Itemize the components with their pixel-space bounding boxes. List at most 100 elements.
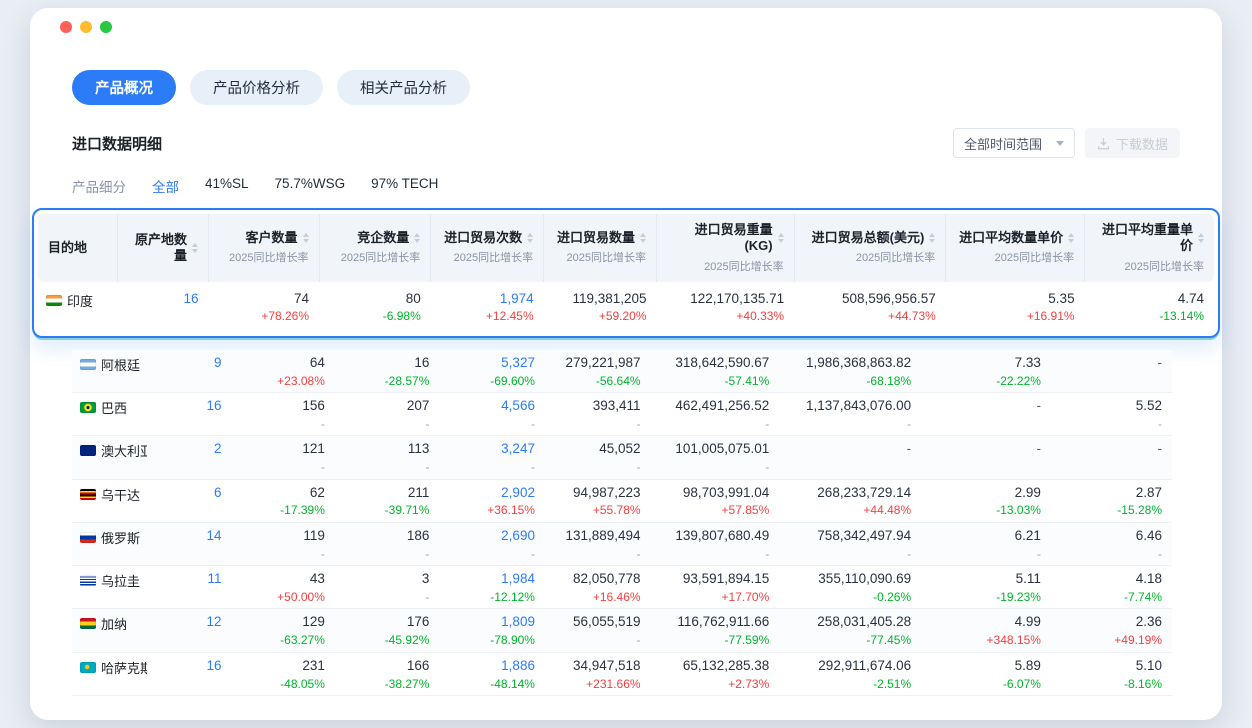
metric-cell: 62-17.39% [231, 479, 334, 522]
column-header-trade-count[interactable]: 进口贸易次数2025同比增长率 [431, 214, 544, 282]
metric-cell: 5.35+16.91% [946, 282, 1085, 332]
trade-count-link[interactable]: 1,809 [449, 614, 535, 631]
metric-cell: 119- [231, 522, 334, 565]
metric-cell: 3- [335, 566, 440, 609]
column-title: 进口平均重量单价 [1095, 222, 1204, 255]
download-button[interactable]: 下载数据 [1085, 128, 1180, 158]
metric-cell: 16-28.57% [335, 350, 440, 393]
trade-count-link[interactable]: 1,974 [441, 291, 534, 308]
metric-growth: -48.05% [241, 677, 324, 691]
metric-growth: -77.59% [661, 633, 770, 647]
metric-value: 258,031,405.28 [789, 614, 911, 631]
tab-bar: 产品概况产品价格分析相关产品分析 [72, 70, 1180, 105]
table-row-brazil[interactable]: 巴西16156-207-4,566-393,411-462,491,256.52… [72, 393, 1172, 436]
metric-cell: - [921, 393, 1051, 436]
time-range-select[interactable]: 全部时间范围 [953, 128, 1075, 158]
origin-count-link[interactable]: 16 [157, 398, 222, 415]
origin-count-link[interactable]: 14 [157, 528, 222, 545]
origin-count-link[interactable]: 16 [157, 658, 222, 675]
origin-count-link[interactable]: 12 [157, 614, 222, 631]
destination: 印度 [46, 291, 118, 310]
tab-related-product-analysis[interactable]: 相关产品分析 [337, 70, 470, 105]
metric-cell: 1,886-48.14% [439, 652, 545, 695]
sort-caret-icon [929, 233, 935, 243]
sort-caret-icon [640, 233, 646, 243]
metric-cell: 139,807,680.49- [651, 522, 780, 565]
trade-count-link[interactable]: 1,984 [449, 571, 535, 588]
trade-count-link[interactable]: 2,690 [449, 528, 535, 545]
metric-value: 2.36 [1061, 614, 1162, 631]
trade-count-link[interactable]: 4,566 [449, 398, 535, 415]
destination-cell: 俄罗斯 [72, 522, 147, 565]
metric-growth: +348.15% [931, 633, 1041, 647]
column-header-avg-quantity-price[interactable]: 进口平均数量单价2025同比增长率 [946, 214, 1085, 282]
metric-growth: -56.64% [555, 374, 641, 388]
filter-option-all[interactable]: 全部 [152, 176, 179, 196]
detail-table-wrap: 阿根廷964+23.08%16-28.57%5,327-69.60%279,22… [72, 350, 1172, 696]
metric-cell: 1,984-12.12% [439, 566, 545, 609]
table-row-india[interactable]: 印度1674+78.26%80-6.98%1,974+12.45%119,381… [38, 282, 1214, 332]
metric-growth: +40.33% [667, 309, 785, 323]
metric-growth: - [241, 460, 324, 474]
metric-cell: 355,110,090.69-0.26% [779, 566, 921, 609]
destination-label: 阿根廷 [101, 355, 140, 374]
metric-growth: -2.51% [789, 677, 911, 691]
metric-value: 129 [241, 614, 324, 631]
metric-value: 186 [345, 528, 430, 545]
destination-cell: 乌拉圭 [72, 566, 147, 609]
time-range-value: 全部时间范围 [964, 134, 1042, 153]
metric-cell: 268,233,729.14+44.48% [779, 479, 921, 522]
zoom-button[interactable] [100, 21, 112, 33]
origin-count-link[interactable]: 9 [157, 355, 222, 372]
metric-growth: +78.26% [219, 309, 310, 323]
metric-growth: +16.46% [555, 590, 641, 604]
column-header-origin-count[interactable]: 原产地数量 [118, 214, 209, 282]
filter-option-sl[interactable]: 41%SL [205, 176, 249, 196]
metric-cell: 211-39.71% [335, 479, 440, 522]
destination-label: 加纳 [101, 614, 127, 633]
column-header-customer-count[interactable]: 客户数量2025同比增长率 [209, 214, 320, 282]
column-header-trade-weight[interactable]: 进口贸易重量(KG)2025同比增长率 [657, 214, 795, 282]
metric-growth: - [661, 460, 770, 474]
column-header-trade-quantity[interactable]: 进口贸易数量2025同比增长率 [544, 214, 657, 282]
metric-growth: - [555, 417, 641, 431]
metric-value: - [931, 398, 1041, 415]
metric-growth: - [345, 547, 430, 561]
trade-count-link[interactable]: 3,247 [449, 441, 535, 458]
minimize-button[interactable] [80, 21, 92, 33]
origin-count-link[interactable]: 16 [128, 291, 199, 308]
table-row-uruguay[interactable]: 乌拉圭1143+50.00%3-1,984-12.12%82,050,778+1… [72, 566, 1172, 609]
trade-count-link[interactable]: 5,327 [449, 355, 535, 372]
origin-count-cell: 12 [147, 609, 232, 652]
column-header-trade-amount[interactable]: 进口贸易总额(美元)2025同比增长率 [794, 214, 946, 282]
origin-count-link[interactable]: 6 [157, 485, 222, 502]
metric-value: 5.35 [956, 291, 1075, 308]
table-row-uganda[interactable]: 乌干达662-17.39%211-39.71%2,902+36.15%94,98… [72, 479, 1172, 522]
table-row-argentina[interactable]: 阿根廷964+23.08%16-28.57%5,327-69.60%279,22… [72, 350, 1172, 393]
metric-value: 74 [219, 291, 310, 308]
metric-cell: 2,902+36.15% [439, 479, 545, 522]
metric-cell: 156- [231, 393, 334, 436]
close-button[interactable] [60, 21, 72, 33]
origin-count-link[interactable]: 2 [157, 441, 222, 458]
tab-product-price-analysis[interactable]: 产品价格分析 [190, 70, 323, 105]
tab-product-overview[interactable]: 产品概况 [72, 70, 176, 105]
table-row-australia[interactable]: 澳大利亚2121-113-3,247-45,052-101,005,075.01… [72, 436, 1172, 479]
metric-cell: 56,055,519- [545, 609, 651, 652]
trade-count-link[interactable]: 2,902 [449, 485, 535, 502]
destination-cell: 印度 [38, 282, 118, 332]
metric-value: 5.11 [931, 571, 1041, 588]
filter-option-tech[interactable]: 97% TECH [371, 176, 438, 196]
column-header-avg-weight-price[interactable]: 进口平均重量单价2025同比增长率 [1085, 214, 1214, 282]
origin-count-link[interactable]: 11 [157, 571, 222, 588]
table-row-ghana[interactable]: 加纳12129-63.27%176-45.92%1,809-78.90%56,0… [72, 609, 1172, 652]
metric-cell: 1,809-78.90% [439, 609, 545, 652]
filter-option-wsg[interactable]: 75.7%WSG [275, 176, 346, 196]
table-row-kazakhstan[interactable]: 哈萨克斯坦16231-48.05%166-38.27%1,886-48.14%3… [72, 652, 1172, 695]
trade-count-link[interactable]: 1,886 [449, 658, 535, 675]
destination-label: 巴西 [101, 398, 127, 417]
table-row-russia[interactable]: 俄罗斯14119-186-2,690-131,889,494-139,807,6… [72, 522, 1172, 565]
column-header-competitor-count[interactable]: 竞企数量2025同比增长率 [319, 214, 431, 282]
metric-value: 1,986,368,863.82 [789, 355, 911, 372]
metric-growth: - [345, 590, 430, 604]
